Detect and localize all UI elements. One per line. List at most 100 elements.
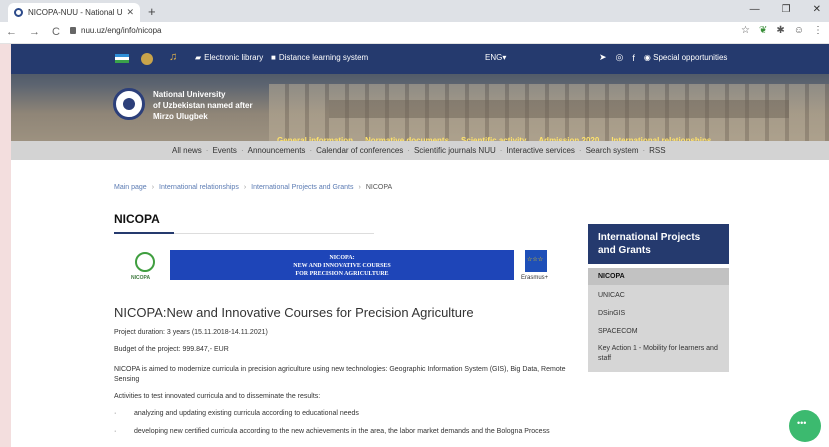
special-opportunities-link[interactable]: ◉ Special opportunities (644, 53, 728, 62)
list-item: · analyzing and updating existing curric… (114, 409, 579, 419)
browser-tab[interactable]: NICOPA-NUU - National Univers ✕ (8, 3, 140, 22)
project-aim: NICOPA is aimed to modernize curricula i… (114, 366, 566, 383)
subnav-separator: · (642, 146, 646, 155)
minimize-icon[interactable]: — (750, 4, 760, 15)
forward-icon[interactable]: → (29, 26, 40, 38)
sidebar-item-dsingis[interactable]: DSinGIS (598, 309, 723, 319)
special-opportunities-label: Special opportunities (653, 53, 728, 62)
breadcrumb-separator: › (358, 184, 361, 191)
sidebar-item-unicac[interactable]: UNICAC (598, 291, 723, 301)
subnav-separator: · (407, 146, 410, 155)
state-emblem-icon[interactable] (141, 53, 153, 65)
monitor-icon: ■ (271, 53, 276, 62)
close-window-icon[interactable]: ✕ (813, 4, 821, 15)
window-controls: — ❐ ✕ (750, 4, 821, 15)
eu-flag-icon (525, 250, 547, 272)
subnav-calendar[interactable]: Calendar of conferences (316, 146, 403, 155)
page-title: NICOPA (114, 212, 160, 226)
sidebar-item-key-action[interactable]: Key Action 1 - Mobility for learners and… (598, 344, 723, 364)
chat-bubble-icon[interactable] (789, 410, 821, 442)
electronic-library-link[interactable]: ▰ Electronic library (195, 53, 263, 62)
book-icon: ▰ (195, 53, 202, 62)
subnav-events[interactable]: Events (212, 146, 236, 155)
extension-leaf-icon[interactable]: ❦ (759, 25, 767, 36)
close-tab-icon[interactable]: ✕ (126, 7, 134, 18)
breadcrumb-item[interactable]: International Projects and Grants (251, 184, 353, 191)
banner-line: NICOPA: (329, 255, 355, 261)
activities-intro: Activities to test innovated curricula a… (114, 393, 321, 400)
subnav-announcements[interactable]: Announcements (248, 146, 306, 155)
breadcrumb-current: NICOPA (365, 184, 393, 191)
instagram-icon[interactable]: ◎ (616, 52, 624, 63)
browser-tabbar: NICOPA-NUU - National Univers ✕ + — ❐ ✕ (0, 0, 829, 22)
tab-title: NICOPA-NUU - National Univers (28, 8, 123, 17)
bullet-marker: · (114, 428, 117, 435)
telegram-icon[interactable]: ➤ (599, 52, 607, 63)
project-budget: Budget of the project: 999.847,- EUR (114, 346, 229, 353)
reload-icon[interactable]: C (52, 26, 60, 38)
sidebar-item-spacecom[interactable]: SPACECOM (598, 327, 723, 337)
breadcrumb-item[interactable]: Main page (114, 184, 147, 191)
header-building-shadow (329, 100, 789, 118)
url-text: nuu.uz/eng/info/nicopa (81, 26, 162, 35)
language-selector[interactable]: ENG▾ (485, 53, 506, 62)
uzbekistan-flag-icon[interactable] (115, 54, 129, 63)
sidebar-title: International Projects and Grants (588, 224, 729, 264)
university-name-line: of Uzbekistan named after (153, 101, 253, 110)
project-duration: Project duration: 3 years (15.11.2018-14… (114, 329, 268, 336)
electronic-library-label: Electronic library (204, 53, 264, 62)
breadcrumb-separator: › (243, 184, 247, 191)
menu-kebab-icon[interactable]: ⋮ (813, 25, 823, 36)
subnav-search-system[interactable]: Search system (586, 146, 639, 155)
anthem-music-icon[interactable]: ♫ (169, 51, 177, 63)
lock-icon (70, 27, 76, 34)
nicopa-logo: NICOPA (131, 250, 159, 282)
distance-learning-label: Distance learning system (278, 53, 369, 62)
subnav-separator: · (309, 146, 313, 155)
subnav-separator: · (578, 146, 582, 155)
university-name[interactable]: National University of Uzbekistan named … (153, 89, 293, 122)
subnav-interactive-services[interactable]: Interactive services (506, 146, 574, 155)
language-label: ENG (485, 53, 503, 62)
facebook-icon[interactable]: f (632, 53, 635, 63)
bullet-text: analyzing and updating existing curricul… (134, 410, 359, 417)
secondary-navigation: All news · Events · Announcements · Calenda… (11, 141, 829, 160)
university-logo[interactable] (113, 88, 145, 120)
bullet-marker: · (114, 410, 117, 417)
subnav-rss[interactable]: RSS (649, 146, 665, 155)
distance-learning-link[interactable]: ■ Distance learning system (271, 53, 368, 62)
left-edge-strip (0, 44, 11, 447)
top-strip: ♫ ▰ Electronic library ■ Distance learni… (11, 44, 829, 74)
bookmark-star-icon[interactable]: ☆ (741, 25, 750, 36)
article-heading: NICOPA:New and Innovative Courses for Pr… (114, 305, 474, 320)
subnav-all-news[interactable]: All news (172, 146, 202, 155)
extensions-puzzle-icon[interactable]: ✱ (776, 25, 784, 36)
url-field[interactable]: nuu.uz/eng/info/nicopa (70, 26, 162, 35)
project-banner: NICOPA: NEW AND INNOVATIVE COURSES FOR P… (170, 250, 514, 280)
banner-line: NEW AND INNOVATIVE COURSES (293, 263, 391, 269)
banner-line: FOR PRECISION AGRICULTURE (295, 271, 389, 277)
site-favicon-icon (14, 8, 23, 17)
university-name-line: Mirzo Ulugbek (153, 112, 208, 121)
university-name-line: National University (153, 90, 226, 99)
breadcrumb-item[interactable]: International relationships (159, 184, 239, 191)
list-item: · developing new certified curricula acc… (114, 427, 579, 437)
subnav-separator: · (499, 146, 503, 155)
title-divider (174, 232, 374, 234)
subnav-separator: · (240, 146, 244, 155)
leaf-circle-icon (135, 252, 155, 272)
profile-icon[interactable]: ☺ (794, 25, 804, 36)
sidebar-list: NICOPA UNICAC DSinGIS SPACECOM Key Actio… (588, 268, 729, 372)
subnav-journals[interactable]: Scientific journals NUU (414, 146, 496, 155)
breadcrumb-separator: › (151, 184, 155, 191)
bullet-text: developing new certified curricula accor… (134, 428, 550, 435)
sidebar-item-nicopa[interactable]: NICOPA (598, 272, 723, 282)
breadcrumb: Main page › International relationships › … (114, 184, 392, 191)
restore-icon[interactable]: ❐ (782, 4, 791, 15)
new-tab-icon[interactable]: + (148, 4, 156, 19)
eye-icon: ◉ (643, 53, 651, 62)
nicopa-logo-label: NICOPA (131, 275, 151, 281)
address-bar: ← → C nuu.uz/eng/info/nicopa ☆ ❦ ✱ ☺ ⋮ (0, 22, 829, 44)
erasmus-label: Erasmus+ (521, 275, 549, 281)
back-icon[interactable]: ← (6, 26, 17, 38)
